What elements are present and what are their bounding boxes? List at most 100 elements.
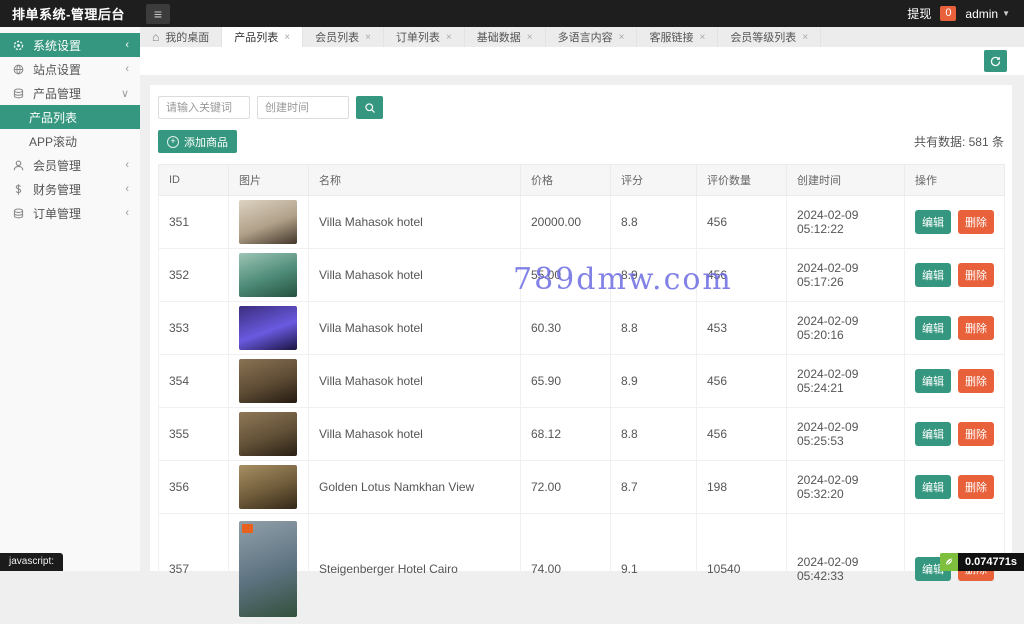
sidebar-item-系统设置[interactable]: 系统设置‹ — [0, 33, 140, 57]
cell-reviews: 456 — [697, 196, 787, 249]
close-icon[interactable]: × — [284, 32, 290, 43]
table-row: 357Steigenberger Hotel Cairo74.009.11054… — [159, 514, 1005, 624]
close-icon[interactable]: × — [699, 32, 705, 43]
tab-客服链接[interactable]: 客服链接× — [637, 27, 718, 47]
dollar-icon — [11, 182, 25, 196]
cell-created: 2024-02-09 05:32:20 — [787, 461, 905, 514]
close-icon[interactable]: × — [802, 32, 808, 43]
cell-ops: 编辑删除 — [905, 196, 1005, 249]
edit-button[interactable]: 编辑 — [915, 422, 951, 446]
withdraw-link[interactable]: 提现 — [907, 5, 931, 22]
edit-button[interactable]: 编辑 — [915, 263, 951, 287]
tab-label: 订单列表 — [396, 29, 440, 45]
cell-id: 355 — [159, 408, 229, 461]
cell-image — [229, 408, 309, 461]
sidebar-item-产品管理[interactable]: 产品管理∨ — [0, 81, 140, 105]
sidebar-subitem-APP滚动[interactable]: APP滚动 — [0, 129, 140, 153]
cell-image — [229, 196, 309, 249]
delete-button[interactable]: 删除 — [958, 263, 994, 287]
cell-image — [229, 249, 309, 302]
edit-button[interactable]: 编辑 — [915, 316, 951, 340]
menu-toggle-icon[interactable]: ≡ — [146, 4, 170, 24]
tab-订单列表[interactable]: 订单列表 × — [384, 27, 465, 47]
cell-id: 351 — [159, 196, 229, 249]
cell-created: 2024-02-09 05:42:33 — [787, 514, 905, 624]
cell-price: 60.30 — [521, 302, 611, 355]
cell-ops: 编辑删除 — [905, 461, 1005, 514]
sidebar-item-会员管理[interactable]: 会员管理‹ — [0, 153, 140, 177]
delete-button[interactable]: 删除 — [958, 369, 994, 393]
tab-产品列表[interactable]: 产品列表× — [222, 27, 303, 47]
toolbar — [140, 47, 1024, 75]
close-icon[interactable]: × — [446, 32, 452, 43]
cell-image — [229, 514, 309, 624]
tab-会员等级列表[interactable]: 会员等级列表 × — [718, 27, 821, 47]
keyword-input[interactable] — [158, 96, 250, 119]
refresh-button[interactable] — [984, 50, 1007, 72]
tab-基础数据[interactable]: 基础数据 × — [465, 27, 546, 47]
close-icon[interactable]: × — [619, 32, 625, 43]
chevron-down-icon: ∨ — [121, 87, 129, 100]
leaf-icon[interactable] — [940, 553, 958, 571]
cell-reviews: 198 — [697, 461, 787, 514]
user-menu[interactable]: admin ▼ — [965, 7, 1010, 21]
close-icon[interactable]: × — [365, 32, 371, 43]
table-header-row: ID图片名称价格评分评价数量创建时间操作 — [159, 165, 1005, 196]
column-header-名称: 名称 — [309, 165, 521, 196]
cell-price: 20000.00 — [521, 196, 611, 249]
cell-created: 2024-02-09 05:17:26 — [787, 249, 905, 302]
cell-name: Steigenberger Hotel Cairo — [309, 514, 521, 624]
plus-icon: + — [167, 136, 179, 148]
cell-image — [229, 355, 309, 408]
delete-button[interactable]: 删除 — [958, 475, 994, 499]
chevron-left-icon: ‹ — [125, 207, 129, 219]
cell-score: 8.8 — [611, 408, 697, 461]
cell-id: 357 — [159, 514, 229, 624]
tab-label: 会员等级列表 — [730, 29, 796, 45]
sidebar-item-label: 站点设置 — [33, 61, 81, 78]
cell-ops: 编辑删除 — [905, 302, 1005, 355]
tab-多语言内容[interactable]: 多语言内容× — [546, 27, 638, 47]
cell-image — [229, 461, 309, 514]
sidebar-item-财务管理[interactable]: 财务管理‹ — [0, 177, 140, 201]
cell-id: 356 — [159, 461, 229, 514]
cell-price: 68.12 — [521, 408, 611, 461]
cell-reviews: 453 — [697, 302, 787, 355]
delete-button[interactable]: 删除 — [958, 210, 994, 234]
column-header-评分: 评分 — [611, 165, 697, 196]
sidebar-subitem-产品列表[interactable]: 产品列表 — [0, 105, 140, 129]
sidebar-item-label: 会员管理 — [33, 157, 81, 174]
edit-button[interactable]: 编辑 — [915, 475, 951, 499]
cell-name: Villa Mahasok hotel — [309, 408, 521, 461]
sidebar: 系统设置‹站点设置‹产品管理∨产品列表APP滚动会员管理‹财务管理‹订单管理‹ — [0, 27, 140, 571]
tab-label: 基础数据 — [477, 29, 521, 45]
column-header-创建时间: 创建时间 — [787, 165, 905, 196]
column-header-ID: ID — [159, 165, 229, 196]
created-date-input[interactable] — [257, 96, 349, 119]
user-icon — [11, 158, 25, 172]
add-product-button[interactable]: + 添加商品 — [158, 130, 237, 153]
cell-created: 2024-02-09 05:25:53 — [787, 408, 905, 461]
total-count-text: 共有数据: 581 条 — [914, 133, 1004, 150]
tab-我的桌面[interactable]: ⌂我的桌面 — [140, 27, 222, 47]
gear-icon — [11, 38, 25, 52]
edit-button[interactable]: 编辑 — [915, 210, 951, 234]
close-icon[interactable]: × — [527, 32, 533, 43]
cell-reviews: 456 — [697, 408, 787, 461]
chevron-left-icon: ‹ — [125, 39, 129, 51]
cell-name: Golden Lotus Namkhan View — [309, 461, 521, 514]
tab-label: 会员列表 — [315, 29, 359, 45]
sidebar-item-站点设置[interactable]: 站点设置 ‹ — [0, 57, 140, 81]
tab-会员列表[interactable]: 会员列表 × — [303, 27, 384, 47]
product-image — [239, 465, 297, 509]
sidebar-item-label: 订单管理 — [33, 205, 81, 222]
product-image — [239, 306, 297, 350]
delete-button[interactable]: 删除 — [958, 316, 994, 340]
search-button[interactable] — [356, 96, 383, 119]
cell-id: 352 — [159, 249, 229, 302]
chevron-left-icon: ‹ — [125, 63, 129, 75]
edit-button[interactable]: 编辑 — [915, 369, 951, 393]
sidebar-item-订单管理[interactable]: 订单管理 ‹ — [0, 201, 140, 225]
status-link-hint: javascript: — [0, 553, 63, 571]
delete-button[interactable]: 删除 — [958, 422, 994, 446]
